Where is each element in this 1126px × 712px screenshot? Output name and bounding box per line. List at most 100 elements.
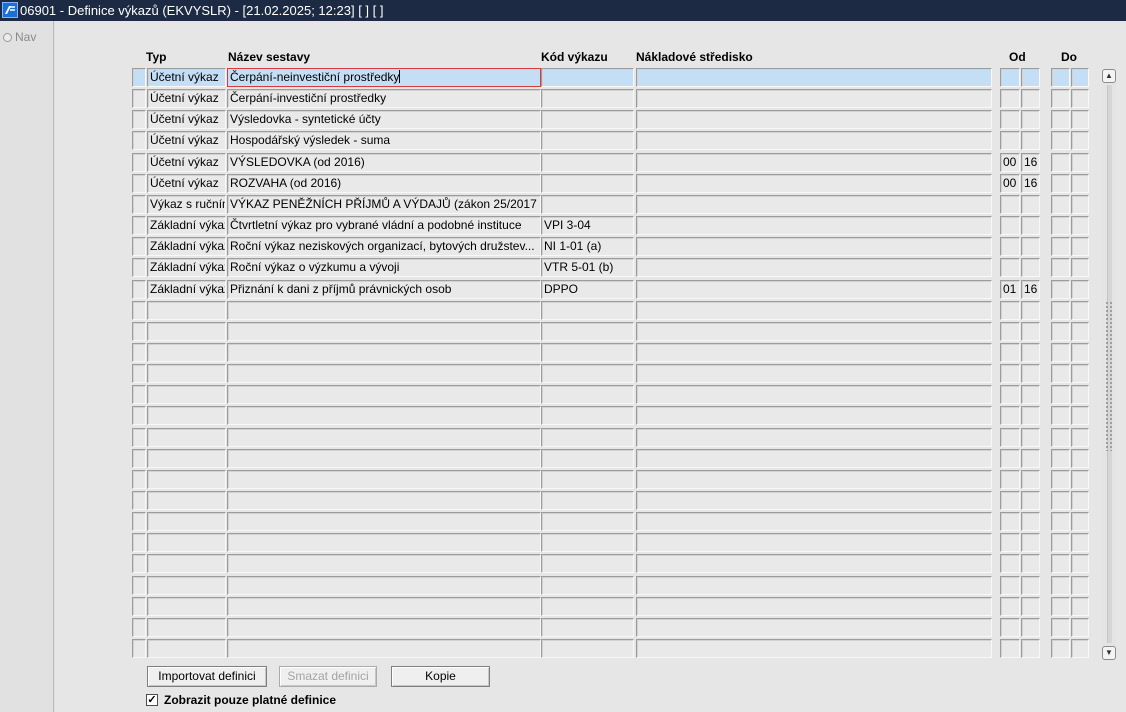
row-selector[interactable]	[132, 343, 146, 362]
cell-od-1[interactable]	[1000, 322, 1020, 341]
cell-nazev[interactable]: Roční výkaz neziskových organizací, byto…	[227, 237, 541, 256]
cell-do-2[interactable]	[1071, 343, 1089, 362]
row-selector[interactable]	[132, 174, 146, 193]
cell-nazev[interactable]: Přiznání k dani z příjmů právnických oso…	[227, 280, 541, 299]
cell-kod[interactable]	[541, 301, 634, 320]
cell-do-2[interactable]	[1071, 153, 1089, 172]
cell-typ[interactable]	[147, 512, 226, 531]
cell-kod[interactable]	[541, 449, 634, 468]
cell-do-2[interactable]	[1071, 554, 1089, 573]
cell-kod[interactable]	[541, 110, 634, 129]
cell-od-1[interactable]	[1000, 131, 1020, 150]
cell-do-2[interactable]	[1071, 237, 1089, 256]
cell-typ[interactable]: Účetní výkaz	[147, 174, 226, 193]
cell-do-1[interactable]	[1051, 216, 1070, 235]
cell-od-1[interactable]: 00	[1000, 153, 1020, 172]
cell-stredisko[interactable]	[636, 237, 992, 256]
cell-do-1[interactable]	[1051, 618, 1070, 637]
cell-do-2[interactable]	[1071, 322, 1089, 341]
cell-stredisko[interactable]	[636, 322, 992, 341]
cell-do-2[interactable]	[1071, 258, 1089, 277]
cell-typ[interactable]	[147, 618, 226, 637]
cell-od-2[interactable]	[1021, 216, 1040, 235]
cell-nazev[interactable]	[227, 301, 541, 320]
row-selector[interactable]	[132, 195, 146, 214]
row-selector[interactable]	[132, 280, 146, 299]
cell-typ[interactable]: Základní výkaz	[147, 258, 226, 277]
cell-nazev[interactable]	[227, 470, 541, 489]
cell-nazev[interactable]	[227, 491, 541, 510]
cell-stredisko[interactable]	[636, 131, 992, 150]
cell-kod[interactable]	[541, 618, 634, 637]
cell-typ[interactable]	[147, 639, 226, 658]
cell-nazev[interactable]	[227, 618, 541, 637]
cell-do-1[interactable]	[1051, 258, 1070, 277]
row-selector[interactable]	[132, 216, 146, 235]
cell-od-2[interactable]	[1021, 470, 1040, 489]
row-selector[interactable]	[132, 89, 146, 108]
cell-od-1[interactable]: 00	[1000, 174, 1020, 193]
cell-typ[interactable]	[147, 470, 226, 489]
cell-stredisko[interactable]	[636, 618, 992, 637]
cell-nazev[interactable]	[227, 406, 541, 425]
cell-do-2[interactable]	[1071, 68, 1089, 87]
cell-nazev[interactable]: Výsledovka - syntetické účty	[227, 110, 541, 129]
cell-typ[interactable]	[147, 597, 226, 616]
cell-do-2[interactable]	[1071, 110, 1089, 129]
cell-kod[interactable]	[541, 639, 634, 658]
nav-radio-icon[interactable]	[3, 33, 12, 42]
row-selector[interactable]	[132, 512, 146, 531]
cell-kod[interactable]	[541, 343, 634, 362]
cell-kod[interactable]: NI 1-01 (a)	[541, 237, 634, 256]
cell-od-2[interactable]	[1021, 428, 1040, 447]
cell-do-1[interactable]	[1051, 153, 1070, 172]
cell-od-1[interactable]	[1000, 512, 1020, 531]
cell-nazev[interactable]: Roční výkaz o výzkumu a vývoji	[227, 258, 541, 277]
cell-do-1[interactable]	[1051, 533, 1070, 552]
cell-od-2[interactable]	[1021, 639, 1040, 658]
cell-kod[interactable]	[541, 554, 634, 573]
delete-definition-button[interactable]: Smazat definici	[279, 666, 377, 687]
cell-stredisko[interactable]	[636, 576, 992, 595]
cell-do-2[interactable]	[1071, 533, 1089, 552]
cell-od-1[interactable]	[1000, 343, 1020, 362]
cell-stredisko[interactable]	[636, 68, 992, 87]
cell-typ[interactable]: Základní výkaz	[147, 237, 226, 256]
cell-nazev[interactable]: VÝSLEDOVKA (od 2016)	[227, 153, 541, 172]
cell-typ[interactable]: Základní výkaz	[147, 216, 226, 235]
cell-od-2[interactable]	[1021, 364, 1040, 383]
cell-kod[interactable]	[541, 364, 634, 383]
cell-kod[interactable]: VPI 3-04	[541, 216, 634, 235]
cell-do-1[interactable]	[1051, 364, 1070, 383]
cell-do-2[interactable]	[1071, 216, 1089, 235]
row-selector[interactable]	[132, 131, 146, 150]
table-scrollbar[interactable]: ▲ ▼	[1102, 69, 1116, 660]
cell-stredisko[interactable]	[636, 343, 992, 362]
cell-stredisko[interactable]	[636, 195, 992, 214]
cell-do-1[interactable]	[1051, 597, 1070, 616]
cell-nazev[interactable]	[227, 322, 541, 341]
cell-kod[interactable]	[541, 68, 634, 87]
cell-od-1[interactable]	[1000, 195, 1020, 214]
cell-od-1[interactable]	[1000, 576, 1020, 595]
cell-typ[interactable]: Účetní výkaz	[147, 89, 226, 108]
cell-do-2[interactable]	[1071, 618, 1089, 637]
cell-do-1[interactable]	[1051, 470, 1070, 489]
cell-od-1[interactable]	[1000, 385, 1020, 404]
cell-od-1[interactable]	[1000, 68, 1020, 87]
cell-nazev[interactable]	[227, 639, 541, 658]
cell-nazev[interactable]	[227, 576, 541, 595]
cell-typ[interactable]	[147, 533, 226, 552]
cell-od-1[interactable]	[1000, 258, 1020, 277]
cell-typ[interactable]	[147, 364, 226, 383]
cell-do-2[interactable]	[1071, 597, 1089, 616]
cell-do-1[interactable]	[1051, 343, 1070, 362]
cell-kod[interactable]: VTR 5-01 (b)	[541, 258, 634, 277]
cell-od-2[interactable]	[1021, 301, 1040, 320]
cell-od-2[interactable]	[1021, 406, 1040, 425]
cell-od-2[interactable]	[1021, 258, 1040, 277]
cell-nazev[interactable]	[227, 554, 541, 573]
cell-do-1[interactable]	[1051, 280, 1070, 299]
cell-kod[interactable]	[541, 428, 634, 447]
cell-do-1[interactable]	[1051, 385, 1070, 404]
